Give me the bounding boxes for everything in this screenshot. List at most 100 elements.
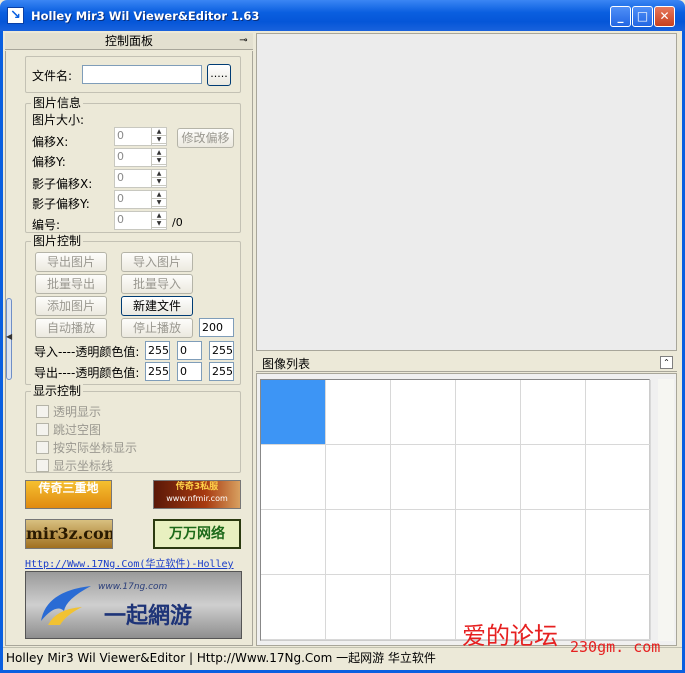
offset-x-stepper[interactable]: 0 ▲ ▼ xyxy=(114,127,167,146)
image-info-group: 图片信息 图片大小: 偏移X: 0 ▲ ▼ 修改偏移 偏移Y: 0 ▲ ▼ 影子偏移… xyxy=(25,96,241,233)
thumbnail-cell[interactable] xyxy=(521,445,586,510)
file-name-label: 文件名: xyxy=(32,69,73,83)
export-image-button[interactable]: 导出图片 xyxy=(35,252,107,272)
thumbnail-cell[interactable] xyxy=(521,510,586,575)
export-color-r[interactable]: 255 xyxy=(145,362,170,381)
shadow-y-arrows[interactable]: ▲ ▼ xyxy=(151,191,166,208)
skip-empty-label[interactable]: 跳过空图 xyxy=(53,423,101,437)
up-arrow-icon[interactable]: ▲ xyxy=(152,191,166,199)
new-file-button[interactable]: 新建文件 xyxy=(121,296,193,316)
down-arrow-icon[interactable]: ▼ xyxy=(152,199,166,207)
play-interval-input[interactable]: 200 xyxy=(199,318,234,337)
vertical-scrollbar[interactable] xyxy=(658,379,674,641)
maximize-button[interactable]: □ xyxy=(632,6,653,27)
17ng-banner[interactable]: www.17ng.com 一起網游 xyxy=(25,571,242,639)
import-image-button[interactable]: 导入图片 xyxy=(121,252,193,272)
collapse-arrow-icon[interactable]: ◀ xyxy=(6,332,12,341)
shadow-x-stepper[interactable]: 0 ▲ ▼ xyxy=(114,169,167,188)
down-arrow-icon[interactable]: ▼ xyxy=(152,157,166,165)
thumbnail-cell[interactable] xyxy=(391,510,456,575)
batch-import-button[interactable]: 批量导入 xyxy=(121,274,193,294)
file-name-input[interactable] xyxy=(82,65,202,84)
thumbnail-cell[interactable] xyxy=(391,445,456,510)
show-coords-label[interactable]: 显示坐标线 xyxy=(53,459,113,473)
skip-empty-checkbox[interactable] xyxy=(36,423,49,436)
image-list-pane xyxy=(256,373,677,646)
export-color-g[interactable]: 0 xyxy=(177,362,202,381)
index-value: 0 xyxy=(117,213,124,226)
up-arrow-icon[interactable]: ▲ xyxy=(152,170,166,178)
import-color-b[interactable]: 255 xyxy=(209,341,234,360)
transparent-label[interactable]: 透明显示 xyxy=(53,405,101,419)
down-arrow-icon[interactable]: ▼ xyxy=(152,178,166,186)
collapse-up-icon[interactable]: ⌃ xyxy=(660,356,673,369)
thumbnail-cell[interactable] xyxy=(456,445,521,510)
image-info-title: 图片信息 xyxy=(31,96,84,110)
index-stepper[interactable]: 0 ▲ ▼ xyxy=(114,211,167,230)
thumbnail-cell[interactable] xyxy=(261,380,326,445)
actual-coords-label[interactable]: 按实际坐标显示 xyxy=(53,441,137,455)
offset-x-arrows[interactable]: ▲ ▼ xyxy=(151,128,166,145)
thumbnail-grid[interactable] xyxy=(260,379,651,641)
stop-play-button[interactable]: 停止播放 xyxy=(121,318,193,338)
ad-banner-3[interactable]: mir3z.com xyxy=(25,519,113,549)
index-arrows[interactable]: ▲ ▼ xyxy=(151,212,166,229)
holley-website-link[interactable]: Http://Www.17Ng.Com(华立软件)-Holley xyxy=(25,555,234,570)
thumbnail-cell[interactable] xyxy=(326,510,391,575)
ad-banner-2[interactable]: 传奇3私服 www.nfmir.com xyxy=(153,480,241,509)
modify-offset-button[interactable]: 修改偏移 xyxy=(177,128,234,148)
import-color-r[interactable]: 255 xyxy=(145,341,170,360)
thumbnail-cell[interactable] xyxy=(521,380,586,445)
up-arrow-icon[interactable]: ▲ xyxy=(152,128,166,136)
batch-export-button[interactable]: 批量导出 xyxy=(35,274,107,294)
ad-banner-1[interactable]: 传奇三重地 xyxy=(25,480,112,509)
export-color-label: 导出----透明颜色值: xyxy=(34,366,140,380)
show-coords-checkbox[interactable] xyxy=(36,459,49,472)
actual-coords-checkbox[interactable] xyxy=(36,441,49,454)
offset-y-arrows[interactable]: ▲ ▼ xyxy=(151,149,166,166)
shadow-x-label: 影子偏移X: xyxy=(32,177,93,191)
file-group: 文件名: ..... xyxy=(25,56,241,93)
thumbnail-cell[interactable] xyxy=(326,575,391,640)
thumbnail-cell[interactable] xyxy=(261,510,326,575)
down-arrow-icon[interactable]: ▼ xyxy=(152,136,166,144)
panel-splitter[interactable]: ◀ xyxy=(6,298,12,380)
index-label: 编号: xyxy=(32,218,61,232)
ad-banner-4[interactable]: 万万网络 xyxy=(153,519,241,549)
pin-icon[interactable]: ⊸ xyxy=(237,34,250,47)
auto-play-button[interactable]: 自动播放 xyxy=(35,318,107,338)
thumbnail-cell[interactable] xyxy=(586,445,651,510)
thumbnail-cell[interactable] xyxy=(326,380,391,445)
up-arrow-icon[interactable]: ▲ xyxy=(152,149,166,157)
thumbnail-cell[interactable] xyxy=(391,380,456,445)
title-bar[interactable]: ↘ Holley Mir3 Wil Viewer&Editor 1.63 _ □… xyxy=(0,0,685,31)
add-image-button[interactable]: 添加图片 xyxy=(35,296,107,316)
browse-button[interactable]: ..... xyxy=(207,64,231,86)
shadow-y-label: 影子偏移Y: xyxy=(32,197,90,211)
export-color-b[interactable]: 255 xyxy=(209,362,234,381)
thumbnail-cell[interactable] xyxy=(586,380,651,445)
thumbnail-cell[interactable] xyxy=(391,575,456,640)
down-arrow-icon[interactable]: ▼ xyxy=(152,220,166,228)
control-panel: 控制面板 ⊸ 文件名: ..... 图片信息 图片大小: 偏移X: 0 ▲ ▼ 修… xyxy=(5,33,253,646)
import-color-g[interactable]: 0 xyxy=(177,341,202,360)
thumbnail-cell[interactable] xyxy=(456,510,521,575)
up-arrow-icon[interactable]: ▲ xyxy=(152,212,166,220)
thumbnail-cell[interactable] xyxy=(326,445,391,510)
image-preview-area[interactable] xyxy=(256,33,677,351)
app-icon[interactable]: ↘ xyxy=(7,7,24,24)
offset-y-stepper[interactable]: 0 ▲ ▼ xyxy=(114,148,167,167)
import-color-label: 导入----透明颜色值: xyxy=(34,345,140,359)
transparent-checkbox[interactable] xyxy=(36,405,49,418)
shadow-y-stepper[interactable]: 0 ▲ ▼ xyxy=(114,190,167,209)
thumbnail-cell[interactable] xyxy=(586,510,651,575)
close-button[interactable]: ✕ xyxy=(654,6,675,27)
shadow-y-value: 0 xyxy=(117,192,124,205)
display-control-title: 显示控制 xyxy=(31,384,84,398)
shadow-x-arrows[interactable]: ▲ ▼ xyxy=(151,170,166,187)
ad-banner-4-text: 万万网络 xyxy=(169,526,225,542)
minimize-button[interactable]: _ xyxy=(610,6,631,27)
thumbnail-cell[interactable] xyxy=(261,575,326,640)
thumbnail-cell[interactable] xyxy=(456,380,521,445)
thumbnail-cell[interactable] xyxy=(261,445,326,510)
